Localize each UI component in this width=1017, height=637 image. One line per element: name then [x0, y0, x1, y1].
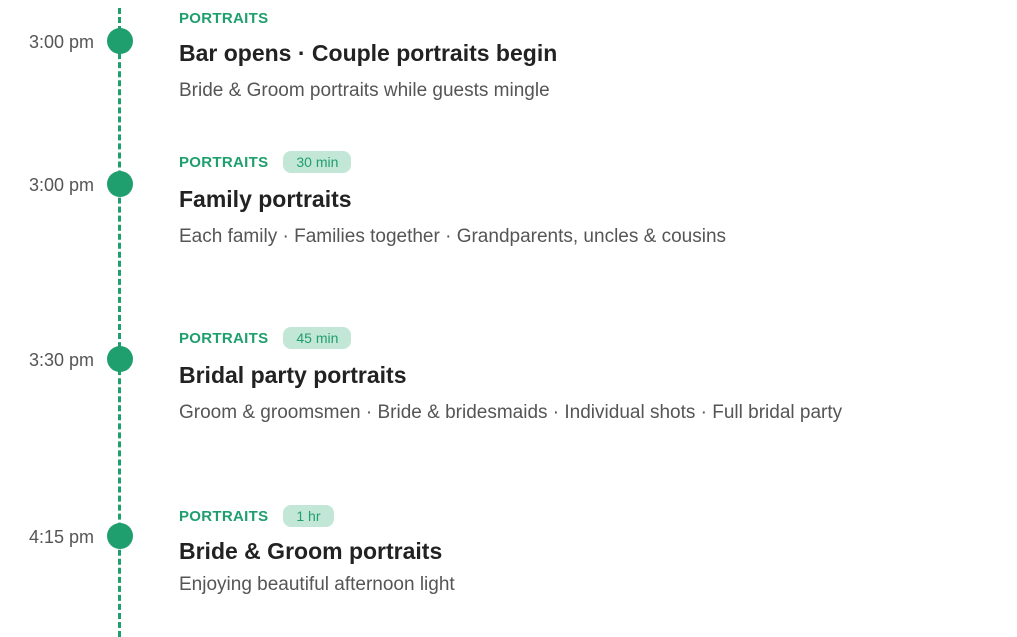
- event-time: 4:15 pm: [28, 527, 94, 547]
- timeline-dot-icon: [107, 171, 133, 197]
- event-title: Bar opens · Couple portraits begin: [179, 40, 558, 66]
- event-category: PORTRAITS: [179, 153, 269, 171]
- timeline-dot-icon: [107, 346, 133, 372]
- event-category: PORTRAITS: [179, 329, 269, 347]
- event-time: 3:30 pm: [28, 350, 94, 370]
- event-title: Bridal party portraits: [179, 362, 407, 388]
- event-meta: PORTRAITS 30 min: [179, 151, 352, 173]
- event-title: Bride & Groom portraits: [179, 538, 443, 564]
- event-description: Groom & groomsmen · Bride & bridesmaids …: [179, 402, 843, 423]
- event-category: PORTRAITS: [179, 10, 269, 27]
- event-title: Family portraits: [179, 186, 352, 212]
- duration-badge: 30 min: [283, 151, 352, 173]
- event-description: Enjoying beautiful afternoon light: [179, 574, 455, 595]
- event-category: PORTRAITS: [179, 507, 269, 525]
- event-meta: PORTRAITS 45 min: [179, 327, 352, 349]
- event-meta: PORTRAITS: [179, 10, 268, 27]
- event-description: Each family · Families together · Grandp…: [179, 226, 727, 247]
- event-time: 3:00 pm: [28, 32, 94, 52]
- event-time: 3:00 pm: [28, 175, 94, 195]
- duration-badge: 1 hr: [283, 505, 334, 527]
- event-meta: PORTRAITS 1 hr: [179, 505, 334, 527]
- timeline-dot-icon: [107, 523, 133, 549]
- duration-badge: 45 min: [283, 327, 352, 349]
- timeline-dot-icon: [107, 28, 133, 54]
- event-description: Bride & Groom portraits while guests min…: [179, 80, 550, 101]
